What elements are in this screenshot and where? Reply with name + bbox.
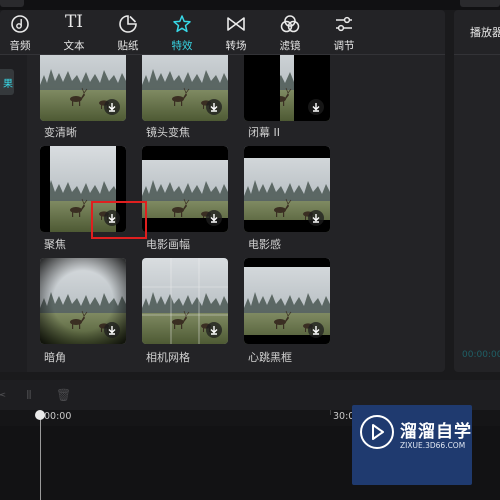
effect-name: 闭幕 II <box>248 126 280 139</box>
effect-name: 镜头变焦 <box>146 126 190 139</box>
effect-name: 暗角 <box>44 351 66 364</box>
top-strip-segment <box>460 0 500 7</box>
transition-icon <box>227 17 245 31</box>
download-icon[interactable] <box>206 210 222 226</box>
tab-sticker[interactable]: 贴纸 <box>108 10 148 54</box>
tab-transition-label: 转场 <box>225 40 247 52</box>
scissors-icon[interactable]: ✂ <box>0 388 6 402</box>
play-triangle-icon <box>372 424 384 440</box>
watermark-title: 溜溜自学 <box>400 422 472 442</box>
playhead-line[interactable] <box>40 414 41 500</box>
effect-card-xiangjiwangge[interactable] <box>142 258 228 344</box>
tab-filter-label: 滤镜 <box>279 40 301 52</box>
tab-text[interactable]: TI 文本 <box>54 10 94 54</box>
effect-card-bianqingxi[interactable] <box>40 55 126 121</box>
tab-effects-label: 特效 <box>171 40 193 52</box>
effect-card-jingtoubianjiao[interactable] <box>142 55 228 121</box>
download-icon[interactable] <box>308 210 324 226</box>
audio-icon <box>11 15 29 33</box>
tab-adjust-label: 调节 <box>333 40 355 52</box>
text-icon: TI <box>64 12 84 32</box>
top-strip-segment <box>0 0 24 7</box>
effect-name: 变清晰 <box>44 126 77 139</box>
effect-name: 相机网格 <box>146 351 190 364</box>
download-icon[interactable] <box>308 322 324 338</box>
tab-audio[interactable]: 音频 <box>0 10 40 54</box>
player-panel: 播放器 00:00:00 <box>454 10 500 372</box>
download-icon[interactable] <box>104 322 120 338</box>
tab-transition[interactable]: 转场 <box>216 10 256 54</box>
tab-adjust[interactable]: 调节 <box>324 10 364 54</box>
watermark-logo: 溜溜自学 ZIXUE.3D66.COM <box>352 405 472 485</box>
adjust-icon <box>336 16 352 32</box>
player-title: 播放器 <box>470 26 500 39</box>
effect-name: 心跳黑框 <box>248 351 292 364</box>
sidebar-tab-label: 果 <box>3 79 13 90</box>
download-icon[interactable] <box>206 99 222 115</box>
effects-star-icon <box>173 15 191 33</box>
tab-sticker-label: 贴纸 <box>117 40 139 52</box>
download-icon[interactable] <box>104 99 120 115</box>
sticker-icon <box>119 15 137 33</box>
download-icon[interactable] <box>308 99 324 115</box>
effect-card-dianyinghuafu[interactable] <box>142 146 228 232</box>
tab-audio-label: 音频 <box>9 40 31 52</box>
playhead-handle[interactable] <box>35 410 45 420</box>
watermark-url: ZIXUE.3D66.COM <box>400 441 466 450</box>
filter-icon <box>280 15 300 33</box>
effect-name: 电影感 <box>248 238 281 251</box>
player-timecode: 00:00:00 <box>462 350 500 360</box>
effect-name: 电影画幅 <box>146 238 190 251</box>
ruler-tick <box>330 410 331 415</box>
effect-card-dianyinggan[interactable] <box>244 146 330 232</box>
download-highlight-box <box>91 201 147 239</box>
tab-filter[interactable]: 滤镜 <box>270 10 310 54</box>
tab-text-label: 文本 <box>63 40 85 52</box>
ruler-label: 00:00 <box>44 411 72 422</box>
effect-card-xintiaoheikuang[interactable] <box>244 258 330 344</box>
download-icon[interactable] <box>206 322 222 338</box>
tab-effects[interactable]: 特效 <box>162 10 202 54</box>
window-top-strip <box>0 0 500 10</box>
effect-name: 聚焦 <box>44 238 66 251</box>
effect-card-bimu[interactable] <box>244 55 330 121</box>
category-toolbar: 音频 TI 文本 贴纸 特效 转场 滤镜 调节 <box>0 10 445 54</box>
play-logo-icon <box>360 415 394 449</box>
player-divider <box>454 54 500 55</box>
effect-card-anjiao[interactable] <box>40 258 126 344</box>
effects-sidebar: 果 <box>0 55 27 372</box>
sidebar-active-tab[interactable]: 果 <box>0 69 14 95</box>
delete-icon[interactable]: 🗑 <box>56 388 71 402</box>
split-icon[interactable]: Ⅱ <box>26 388 32 402</box>
